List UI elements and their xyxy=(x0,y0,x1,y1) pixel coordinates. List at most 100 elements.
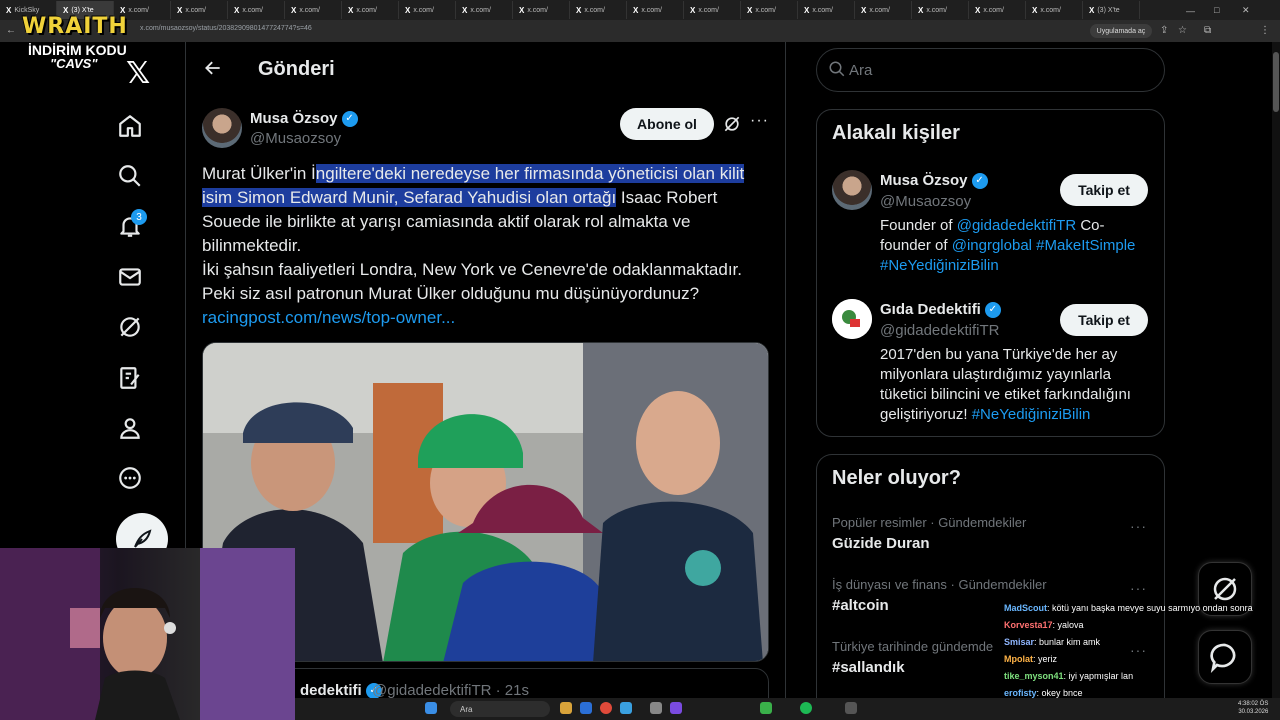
explore-search-icon[interactable] xyxy=(116,162,144,190)
browser-tab[interactable]: Xx.com/ xyxy=(570,1,627,19)
messages-mail-icon[interactable] xyxy=(116,263,144,291)
open-in-app-button[interactable]: Uygulamada aç xyxy=(1090,24,1152,38)
browser-tab[interactable]: Xx.com/ xyxy=(855,1,912,19)
related-avatar[interactable] xyxy=(832,299,872,339)
bio-mention-link[interactable]: @ingrglobal xyxy=(952,237,1032,254)
browser-tab[interactable]: Xx.com/ xyxy=(171,1,228,19)
reply-author-handle[interactable]: @gidadedektifiTR · 21s xyxy=(372,682,529,699)
browser-tab[interactable]: Xx.com/ xyxy=(684,1,741,19)
author-name[interactable]: Musa Özsoy ✓ xyxy=(250,110,358,128)
related-person-name-text[interactable]: Gıda Dedektifi xyxy=(880,301,981,318)
bio-mention-link[interactable]: @gidadedektifiTR xyxy=(957,217,1076,234)
browser-tab-label[interactable]: x.com/ xyxy=(698,7,719,14)
browser-tab[interactable]: Xx.com/ xyxy=(228,1,285,19)
taskbar-app-icon[interactable] xyxy=(580,702,592,714)
taskbar-app-icon[interactable] xyxy=(650,702,662,714)
maximize-icon[interactable]: □ xyxy=(1214,5,1219,15)
related-person-name[interactable]: Musa Özsoy ✓ xyxy=(880,172,988,190)
trend-more-icon[interactable]: ··· xyxy=(1130,580,1147,596)
search-placeholder[interactable]: Ara xyxy=(849,62,872,79)
browser-tab[interactable]: Xx.com/ xyxy=(912,1,969,19)
more-options-circle-icon[interactable] xyxy=(116,464,144,492)
browser-tab-label[interactable]: x.com/ xyxy=(242,7,263,14)
trend-more-icon[interactable]: ··· xyxy=(1130,518,1147,534)
follow-button[interactable]: Takip et xyxy=(1060,174,1148,206)
author-avatar[interactable] xyxy=(202,108,242,148)
x-logo-icon[interactable]: 𝕏 xyxy=(126,56,150,91)
minimize-icon[interactable]: — xyxy=(1186,6,1195,16)
browser-tab-label[interactable]: x.com/ xyxy=(128,7,149,14)
browser-tab[interactable]: Xx.com/ xyxy=(342,1,399,19)
browser-tab-label[interactable]: x.com/ xyxy=(527,7,548,14)
browser-tab-label[interactable]: x.com/ xyxy=(812,7,833,14)
browser-tab-label[interactable]: (3) X'te xyxy=(1097,7,1119,14)
browser-tab-label[interactable]: KickSky xyxy=(14,7,39,14)
browser-tab-label[interactable]: x.com/ xyxy=(1040,7,1061,14)
trend-name[interactable]: Güzide Duran xyxy=(832,535,930,552)
browser-tab-label[interactable]: x.com/ xyxy=(356,7,377,14)
close-window-icon[interactable]: ✕ xyxy=(1242,5,1250,16)
post-more-icon[interactable]: ··· xyxy=(750,112,769,130)
trend-name[interactable]: #sallandık xyxy=(832,659,905,676)
browser-tab[interactable]: Xx.com/ xyxy=(1026,1,1083,19)
browser-tab[interactable]: Xx.com/ xyxy=(285,1,342,19)
back-nav-icon[interactable]: ← xyxy=(6,25,16,36)
browser-tab[interactable]: Xx.com/ xyxy=(456,1,513,19)
taskbar-app-icon[interactable] xyxy=(670,702,682,714)
bio-hashtag-link[interactable]: #NeYediğiniziBilin xyxy=(880,257,999,274)
browser-tab-label[interactable]: x.com/ xyxy=(926,7,947,14)
bio-hashtag-link[interactable]: #NeYediğiniziBilin xyxy=(972,406,1091,423)
related-person-name[interactable]: Gıda Dedektifi ✓ xyxy=(880,301,1001,319)
browser-tab-label[interactable]: x.com/ xyxy=(755,7,776,14)
extensions-icon[interactable]: ⧉ xyxy=(1204,25,1211,36)
reply-author-name[interactable]: dedektifi ✓ xyxy=(300,682,382,700)
taskbar-search[interactable]: Ara xyxy=(450,701,550,717)
taskbar-app-icon[interactable] xyxy=(620,702,632,714)
chrome-taskbar-icon[interactable] xyxy=(600,702,612,714)
browser-menu-icon[interactable]: ⋮ xyxy=(1260,25,1270,36)
related-person-handle[interactable]: @Musaozsoy xyxy=(880,193,971,210)
author-name-text[interactable]: Musa Özsoy xyxy=(250,110,338,127)
browser-tab[interactable]: Xx.com/ xyxy=(627,1,684,19)
browser-tab[interactable]: Xx.com/ xyxy=(399,1,456,19)
trend-name[interactable]: #altcoin xyxy=(832,597,889,614)
scrollbar-thumb[interactable] xyxy=(1273,52,1279,112)
browser-tab-label[interactable]: x.com/ xyxy=(641,7,662,14)
browser-tab-label[interactable]: x.com/ xyxy=(470,7,491,14)
browser-tab[interactable]: Xx.com/ xyxy=(513,1,570,19)
related-avatar[interactable] xyxy=(832,170,872,210)
url-text[interactable]: x.com/musaozsoy/status/20382909801477247… xyxy=(140,25,312,32)
spotify-taskbar-icon[interactable] xyxy=(800,702,812,714)
back-arrow-icon[interactable] xyxy=(203,58,223,83)
profile-person-icon[interactable] xyxy=(116,414,144,442)
share-icon[interactable]: ⇪ xyxy=(1160,25,1168,36)
related-person-handle[interactable]: @gidadedektifiTR xyxy=(880,322,999,339)
bio-hashtag-link[interactable]: #MakeItSimple xyxy=(1036,237,1135,254)
browser-tab[interactable]: Xx.com/ xyxy=(798,1,855,19)
articles-edit-icon[interactable] xyxy=(116,364,144,392)
home-icon[interactable] xyxy=(116,112,144,140)
related-person-name-text[interactable]: Musa Özsoy xyxy=(880,172,968,189)
browser-tab-label[interactable]: x.com/ xyxy=(185,7,206,14)
browser-tab-label[interactable]: x.com/ xyxy=(584,7,605,14)
bookmark-star-icon[interactable]: ☆ xyxy=(1178,25,1187,36)
browser-tab[interactable]: X (3) X'te xyxy=(1083,1,1140,19)
browser-tab-label[interactable]: x.com/ xyxy=(869,7,890,14)
subscribe-button[interactable]: Abone ol xyxy=(620,108,714,140)
browser-tab-label[interactable]: x.com/ xyxy=(299,7,320,14)
grok-icon[interactable] xyxy=(116,313,144,341)
browser-tab-label[interactable]: x.com/ xyxy=(413,7,434,14)
taskbar-app-icon[interactable] xyxy=(560,702,572,714)
taskbar-app-icon[interactable] xyxy=(760,702,772,714)
grok-explain-icon[interactable] xyxy=(722,114,742,139)
browser-tab-label[interactable]: (3) X'te xyxy=(71,7,93,14)
browser-tab[interactable]: Xx.com/ xyxy=(741,1,798,19)
reply-author-name-text[interactable]: dedektifi xyxy=(300,682,362,699)
tweet-link[interactable]: racingpost.com/news/top-owner... xyxy=(202,308,455,327)
browser-tab[interactable]: Xx.com/ xyxy=(969,1,1026,19)
windows-start-icon[interactable] xyxy=(425,702,437,714)
browser-tab-label[interactable]: x.com/ xyxy=(983,7,1004,14)
taskbar-app-icon[interactable] xyxy=(845,702,857,714)
author-handle[interactable]: @Musaozsoy xyxy=(250,130,341,147)
follow-button[interactable]: Takip et xyxy=(1060,304,1148,336)
